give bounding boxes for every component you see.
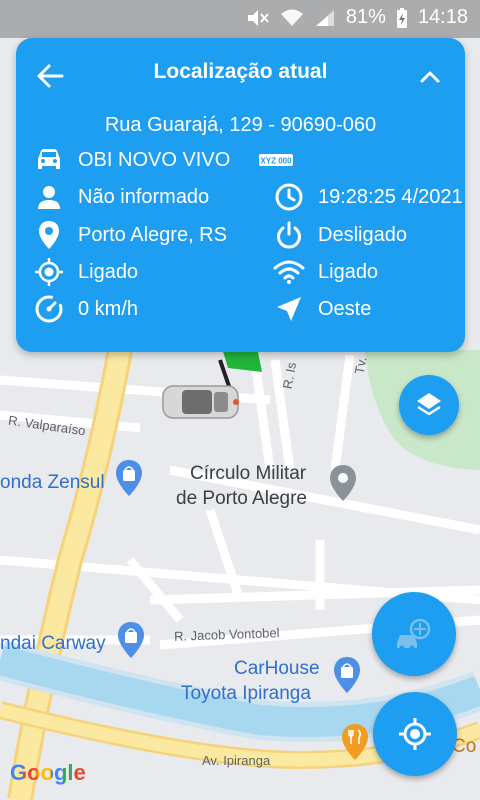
location-info-card: Localização atual Rua Guarajá, 129 - 906… — [16, 38, 465, 352]
battery-percent: 81% — [345, 6, 386, 28]
datetime-row: 4/2021 19:28:25 — [272, 180, 465, 214]
vehicle-marker[interactable] — [162, 385, 239, 419]
map-label-carhouse-2: Toyota Ipiranga — [181, 683, 311, 704]
power-icon — [272, 218, 306, 252]
navigation-arrow-icon — [272, 292, 306, 326]
plate-row: XYZ 000 — [256, 143, 456, 177]
mute-icon — [247, 9, 269, 26]
wifi-status-icon — [280, 9, 303, 26]
location-pin-icon — [32, 218, 66, 252]
vehicle-locate-button[interactable] — [372, 592, 456, 676]
direction-row: Oeste — [272, 292, 462, 326]
shopping-pin-icon[interactable] — [116, 620, 146, 660]
map-layers-button[interactable] — [399, 375, 459, 435]
direction-value: Oeste — [318, 297, 372, 320]
map-label-carhouse: CarHouse — [234, 658, 320, 679]
screen: Círculo Militar de Porto Alegre onda Zen… — [0, 0, 480, 800]
gps-row: Ligado — [32, 255, 242, 289]
status-bar: 81% 14:18 — [0, 0, 480, 38]
driver-row: Não informado — [32, 180, 242, 214]
person-icon — [32, 180, 66, 214]
license-plate-icon: XYZ 000 — [256, 143, 296, 177]
speed-value: 0 km/h — [78, 297, 139, 320]
my-location-button[interactable] — [373, 692, 457, 776]
google-logo: Google — [10, 760, 86, 785]
wifi-value: Ligado — [318, 260, 379, 283]
car-icon — [32, 143, 66, 177]
vehicle-name: OBI NOVO VIVO — [78, 148, 231, 171]
card-title: Localização atual — [153, 60, 328, 83]
clock-time: 14:18 — [417, 6, 468, 28]
ignition-row: Desligado — [272, 218, 462, 252]
city-row: Porto Alegre, RS — [32, 218, 242, 252]
driver-value: Não informado — [78, 185, 210, 208]
gps-target-icon — [399, 718, 431, 750]
clock-icon — [272, 180, 306, 214]
place-pin-icon[interactable] — [328, 463, 358, 503]
street-label-tv: Tv. — [351, 355, 370, 376]
battery-charging-icon — [396, 7, 407, 28]
chevron-up-icon[interactable] — [417, 64, 443, 90]
speed-row: 0 km/h — [32, 292, 242, 326]
ignition-value: Desligado — [318, 223, 407, 246]
layers-icon — [417, 393, 441, 416]
restaurant-pin-icon[interactable] — [340, 722, 370, 762]
gps-crosshair-icon — [32, 255, 66, 289]
map-label-circulo-2: de Porto Alegre — [176, 488, 307, 509]
speedometer-icon — [32, 292, 66, 326]
shopping-pin-icon[interactable] — [332, 655, 362, 695]
map-label-honda: onda Zensul — [0, 472, 105, 493]
city-value: Porto Alegre, RS — [78, 223, 227, 246]
wifi-row: Ligado — [272, 255, 462, 289]
wifi-icon — [272, 255, 306, 289]
signal-icon — [315, 9, 334, 26]
datetime-value: 4/2021 19:28:25 — [318, 185, 463, 208]
vehicle-name-row: OBI NOVO VIVO — [32, 143, 242, 177]
street-label-ipiranga: Av. Ipiranga — [202, 753, 271, 768]
address-text: Rua Guarajá, 129 - 90690-060 — [104, 114, 377, 136]
map-label-hyundai: ndai Carway — [0, 633, 106, 654]
vehicle-locate-icon — [397, 618, 431, 651]
gps-value: Ligado — [78, 260, 139, 283]
map-label-circulo: Círculo Militar — [190, 463, 307, 484]
svg-text:XYZ 000: XYZ 000 — [260, 157, 292, 166]
shopping-pin-icon[interactable] — [114, 458, 144, 498]
